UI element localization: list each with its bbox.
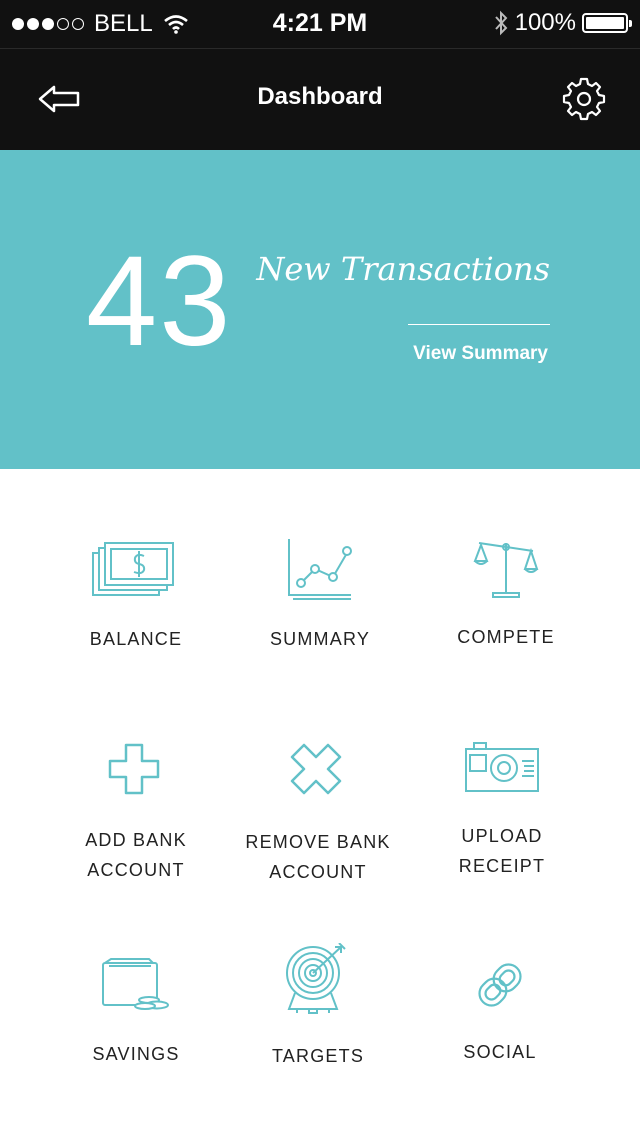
page-title: Dashboard [257,83,383,110]
tile-label: TARGETS [271,1046,365,1066]
scales-icon [473,542,539,598]
tile-social[interactable]: SOCIAL [400,953,600,1067]
status-right: 100% [493,9,632,37]
status-bar: BELL 4:21 PM 100% [0,0,640,48]
tile-add-bank-account[interactable]: ADD BANK ACCOUNT [36,741,236,885]
tile-balance[interactable]: BALANCE [36,539,236,654]
cross-icon [290,743,342,795]
nav-bar: Dashboard [0,48,640,150]
tile-summary[interactable]: SUMMARY [220,539,420,654]
tile-label: SUMMARY [269,629,371,649]
chain-link-icon [478,963,522,1007]
battery-icon [582,13,632,33]
tile-label: SAVINGS [92,1044,180,1064]
transactions-banner: 43 New Transactions View Summary [0,150,640,469]
tile-compete[interactable]: COMPETE [406,537,606,652]
line-chart-icon [288,539,352,600]
tile-targets[interactable]: TARGETS [218,943,418,1071]
divider [408,324,550,325]
tile-upload-receipt[interactable]: UPLOAD RECEIPT [402,741,602,881]
tile-label: BALANCE [89,629,183,649]
battery-percent: 100% [514,9,576,36]
view-summary-link[interactable]: View Summary [413,343,548,365]
target-icon [286,943,346,1014]
tile-label: ADD BANK ACCOUNT [85,830,187,880]
gear-icon[interactable] [562,77,606,121]
wallet-icon [102,958,169,1010]
plus-icon [108,743,160,795]
tile-label: COMPETE [457,627,555,647]
tile-label: SOCIAL [463,1042,537,1062]
tile-savings[interactable]: SAVINGS [36,957,236,1069]
transaction-count: 43 [86,230,233,373]
tile-label: REMOVE BANK ACCOUNT [245,832,391,882]
bluetooth-icon [494,10,507,36]
tile-remove-bank-account[interactable]: REMOVE BANK ACCOUNT [218,741,418,887]
money-icon [92,542,174,596]
camera-icon [465,742,539,792]
transactions-label: New Transactions [256,250,550,288]
tile-label: UPLOAD RECEIPT [458,826,546,876]
